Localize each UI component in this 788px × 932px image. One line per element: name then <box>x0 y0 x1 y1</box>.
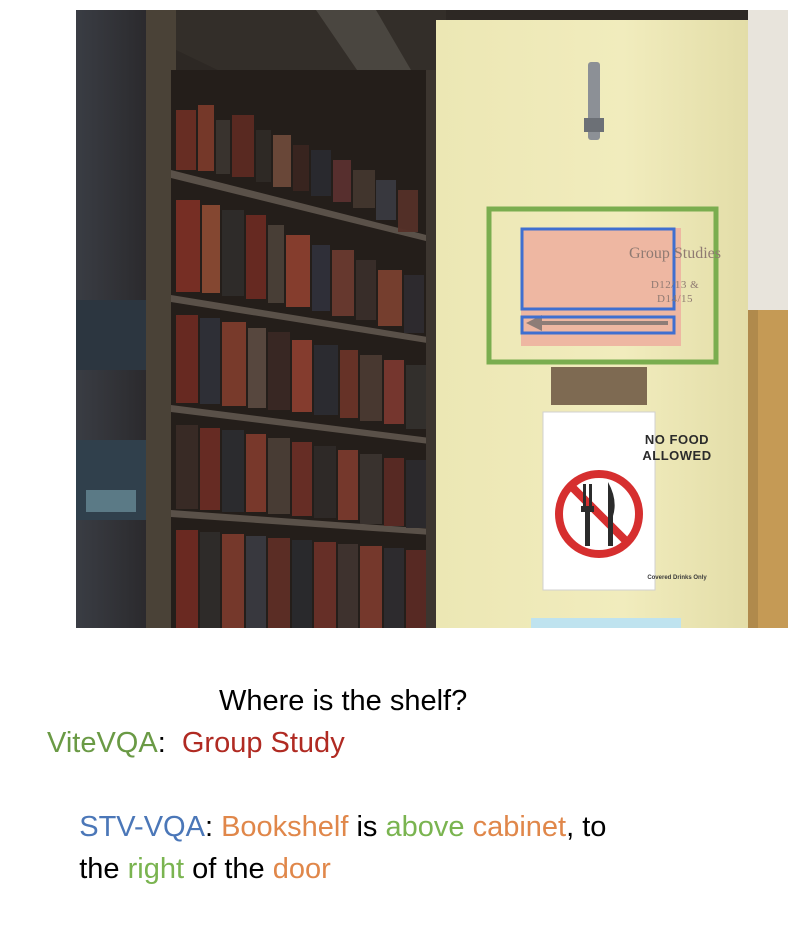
answer-word-above: above <box>385 811 465 843</box>
answer-word-right: right <box>127 853 185 885</box>
vitevqa-separator: : <box>157 727 182 759</box>
no-food-line2: ALLOWED <box>642 448 712 463</box>
vitevqa-answer-line: ViteVQA: Group Study <box>47 722 345 764</box>
group-studies-rooms-line1: D12/13 & <box>650 279 700 291</box>
no-food-sign-footer: Covered Drinks Only <box>647 575 707 581</box>
answer-space <box>465 811 473 843</box>
bookshelf-graphic <box>171 70 446 628</box>
answer-word-the: the <box>79 853 128 885</box>
answer-word-is: is <box>348 811 386 843</box>
group-studies-rooms: D12/13 & D14/15 <box>598 278 752 306</box>
no-food-line1: NO FOOD <box>644 432 710 447</box>
group-studies-title: Group Studies <box>629 245 721 262</box>
group-studies-rooms-line2: D14/15 <box>657 293 693 305</box>
no-food-sign-title: NO FOOD ALLOWED <box>625 432 729 464</box>
stvvqa-answer-line-2: the right of the door <box>47 806 331 932</box>
question-text: Where is the shelf? <box>219 685 468 717</box>
answer-word-cabinet: cabinet <box>472 811 567 843</box>
library-photo: Group Studies D12/13 & D14/15 NO FOOD AL… <box>76 10 788 628</box>
answer-word-door: door <box>272 853 331 885</box>
vitevqa-answer: Group Study <box>181 727 345 759</box>
library-scene-graphic <box>76 10 788 628</box>
answer-word-of-the: of the <box>184 853 273 885</box>
answer-word-to: , to <box>566 811 607 843</box>
vitevqa-label: ViteVQA <box>47 727 158 759</box>
